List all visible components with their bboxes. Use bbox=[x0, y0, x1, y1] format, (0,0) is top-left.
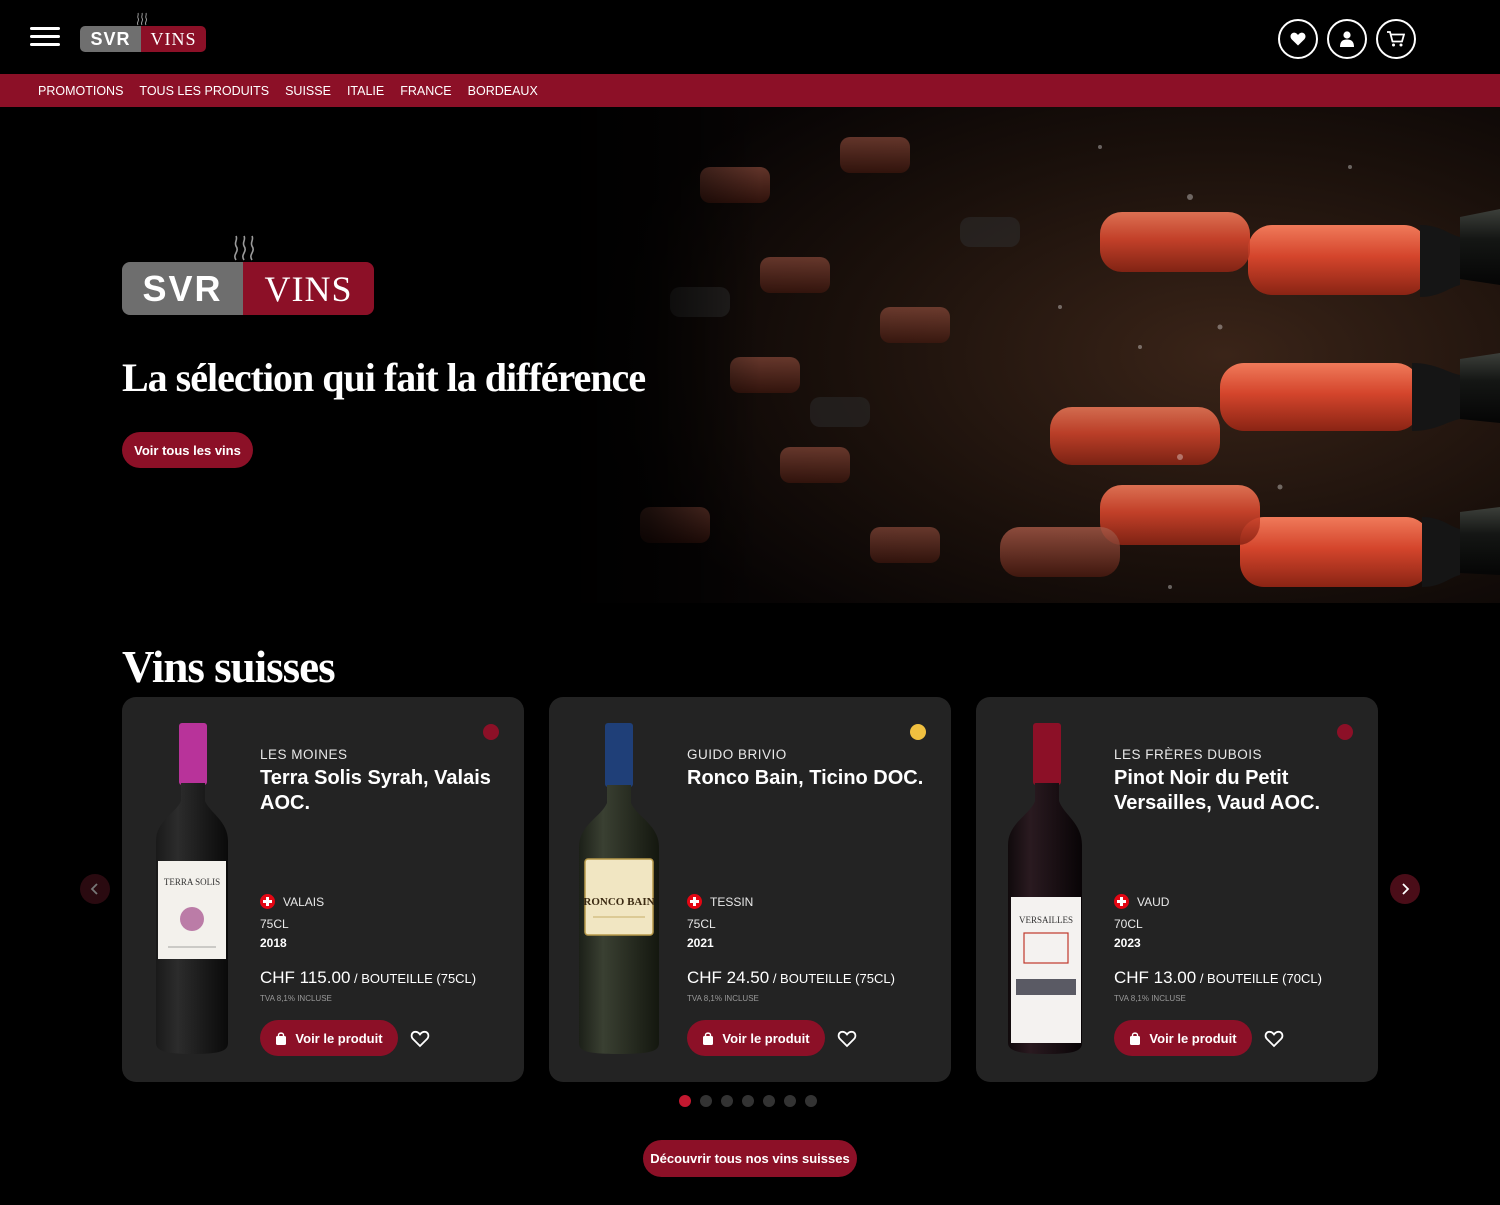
shopping-bag-icon bbox=[276, 1031, 287, 1045]
chevron-left-icon bbox=[90, 883, 98, 895]
heart-icon bbox=[1290, 32, 1306, 46]
price-unit: / BOUTEILLE (75CL) bbox=[350, 971, 477, 986]
wine-bottle-image: TERRA SOLIS bbox=[156, 723, 228, 1054]
category-nav: PROMOTIONS TOUS LES PRODUITS SUISSE ITAL… bbox=[0, 74, 1500, 107]
account-button[interactable] bbox=[1327, 19, 1367, 59]
producer-name: LES FRÈRES DUBOIS bbox=[1114, 747, 1263, 762]
section-title: Vins suisses bbox=[122, 642, 336, 692]
heart-outline-icon[interactable] bbox=[837, 1029, 857, 1049]
logo-vins-text: VINS bbox=[141, 26, 206, 52]
view-all-wines-button[interactable]: Voir tous les vins bbox=[122, 432, 253, 468]
view-product-button[interactable]: Voir le produit bbox=[687, 1020, 825, 1056]
price: CHF 13.00 / BOUTEILLE (70CL) bbox=[1114, 968, 1322, 988]
wine-type-indicator bbox=[483, 724, 499, 740]
carousel-pagination bbox=[679, 1095, 817, 1107]
price-amount: CHF 24.50 bbox=[687, 968, 770, 987]
bottle-label-text: TERRA SOLIS bbox=[164, 877, 220, 887]
hamburger-menu-icon[interactable] bbox=[30, 27, 60, 47]
product-card: TERRA SOLIS LES MOINES Terra Solis Syrah… bbox=[122, 697, 524, 1082]
product-card: VERSAILLES LES FRÈRES DUBOIS Pinot Noir … bbox=[976, 697, 1378, 1082]
carousel-next-button[interactable] bbox=[1390, 874, 1420, 904]
producer-name: GUIDO BRIVIO bbox=[687, 747, 787, 762]
price-unit: / BOUTEILLE (75CL) bbox=[769, 971, 895, 986]
wine-bottle-image: VERSAILLES bbox=[1008, 723, 1082, 1054]
bottle-volume: 75CL bbox=[687, 917, 716, 931]
region-label: TESSIN bbox=[710, 894, 754, 909]
nav-france[interactable]: FRANCE bbox=[400, 84, 451, 98]
cart-icon bbox=[1387, 31, 1405, 47]
product-card: RONCO BAIN GUIDO BRIVIO Ronco Bain, Tici… bbox=[549, 697, 951, 1082]
vintage-year: 2023 bbox=[1114, 936, 1141, 950]
user-icon bbox=[1340, 31, 1354, 47]
carousel-prev-button[interactable] bbox=[80, 874, 110, 904]
price-amount: CHF 13.00 bbox=[1114, 968, 1197, 987]
view-product-button[interactable]: Voir le produit bbox=[260, 1020, 398, 1056]
logo-steam-icon bbox=[136, 12, 148, 26]
nav-suisse[interactable]: SUISSE bbox=[285, 84, 331, 98]
producer-name: LES MOINES bbox=[260, 747, 348, 762]
pagination-dot[interactable] bbox=[742, 1095, 754, 1107]
region-row: TESSIN bbox=[687, 894, 753, 909]
view-product-label: Voir le produit bbox=[1149, 1030, 1237, 1046]
wine-type-indicator bbox=[1337, 724, 1353, 740]
vintage-year: 2021 bbox=[687, 936, 714, 950]
swiss-flag-icon bbox=[260, 894, 275, 909]
logo-steam-icon bbox=[234, 235, 254, 261]
nav-promotions[interactable]: PROMOTIONS bbox=[38, 84, 123, 98]
price: CHF 24.50 / BOUTEILLE (75CL) bbox=[687, 968, 895, 988]
pagination-dot[interactable] bbox=[784, 1095, 796, 1107]
wine-type-indicator bbox=[910, 724, 926, 740]
price-unit: / BOUTEILLE (70CL) bbox=[1196, 971, 1322, 986]
pagination-dot[interactable] bbox=[679, 1095, 691, 1107]
pagination-dot[interactable] bbox=[700, 1095, 712, 1107]
wine-name: Pinot Noir du Petit Versailles, Vaud AOC… bbox=[1114, 767, 1321, 814]
view-product-label: Voir le produit bbox=[722, 1030, 810, 1046]
pagination-dot[interactable] bbox=[805, 1095, 817, 1107]
price: CHF 115.00 / BOUTEILLE (75CL) bbox=[260, 968, 476, 988]
wine-name: Ronco Bain, Ticino DOC. bbox=[687, 767, 924, 789]
heart-outline-icon[interactable] bbox=[1264, 1029, 1284, 1049]
shopping-bag-icon bbox=[703, 1031, 714, 1045]
view-product-label: Voir le produit bbox=[295, 1030, 383, 1046]
bottle-volume: 75CL bbox=[260, 917, 289, 931]
logo-svr-text: SVR bbox=[80, 26, 141, 52]
region-row: VALAIS bbox=[260, 894, 324, 909]
top-header: SVR VINS bbox=[0, 0, 1500, 74]
wishlist-button[interactable] bbox=[1278, 19, 1318, 59]
wine-bottle-image: RONCO BAIN bbox=[579, 723, 659, 1054]
bottle-label-text: RONCO BAIN bbox=[583, 896, 654, 908]
nav-italie[interactable]: ITALIE bbox=[347, 84, 384, 98]
region-label: VAUD bbox=[1137, 894, 1170, 909]
hero-logo-vins: VINS bbox=[243, 262, 374, 315]
region-label: VALAIS bbox=[283, 894, 325, 909]
hero-logo: SVR VINS bbox=[122, 233, 374, 315]
nav-all-products[interactable]: TOUS LES PRODUITS bbox=[139, 84, 269, 98]
heart-outline-icon[interactable] bbox=[410, 1029, 430, 1049]
vintage-year: 2018 bbox=[260, 936, 287, 950]
chevron-right-icon bbox=[1402, 883, 1410, 895]
bottle-volume: 70CL bbox=[1114, 917, 1143, 931]
shopping-bag-icon bbox=[1130, 1031, 1141, 1045]
hero-logo-svr: SVR bbox=[122, 262, 243, 315]
discover-swiss-wines-button[interactable]: Découvrir tous nos vins suisses bbox=[643, 1140, 857, 1177]
tax-note: TVA 8,1% INCLUSE bbox=[1114, 994, 1186, 1003]
region-row: VAUD bbox=[1114, 894, 1169, 909]
price-amount: CHF 115.00 bbox=[260, 968, 351, 987]
tax-note: TVA 8,1% INCLUSE bbox=[260, 994, 332, 1003]
tax-note: TVA 8,1% INCLUSE bbox=[687, 994, 759, 1003]
cart-button[interactable] bbox=[1376, 19, 1416, 59]
swiss-flag-icon bbox=[1114, 894, 1129, 909]
pagination-dot[interactable] bbox=[721, 1095, 733, 1107]
swiss-flag-icon bbox=[687, 894, 702, 909]
wine-name: Terra Solis Syrah, Valais AOC. bbox=[260, 767, 491, 814]
hero-title: La sélection qui fait la différence bbox=[122, 355, 646, 400]
site-logo[interactable]: SVR VINS bbox=[80, 12, 208, 52]
pagination-dot[interactable] bbox=[763, 1095, 775, 1107]
view-product-button[interactable]: Voir le produit bbox=[1114, 1020, 1252, 1056]
bottle-label-text: VERSAILLES bbox=[1019, 915, 1073, 925]
hero-banner: SVR VINS La sélection qui fait la différ… bbox=[0, 107, 1500, 603]
nav-bordeaux[interactable]: BORDEAUX bbox=[468, 84, 538, 98]
